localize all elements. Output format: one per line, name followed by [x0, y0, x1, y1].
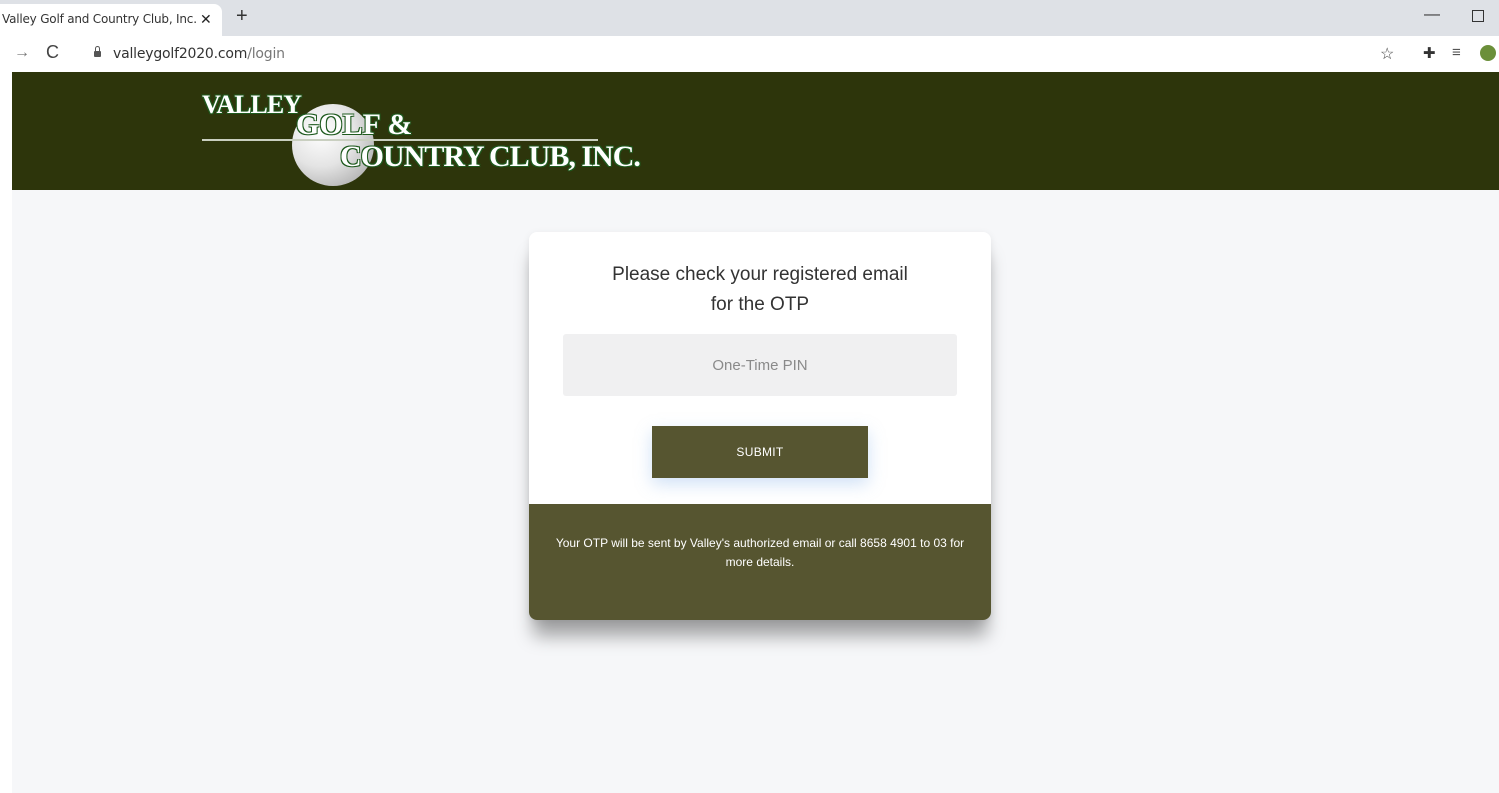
- browser-tab-bar: Valley Golf and Country Club, Inc. ✕ + —: [0, 0, 1499, 36]
- otp-card: Please check your registered email for t…: [529, 232, 991, 620]
- card-title-line-1: Please check your registered email: [612, 264, 908, 285]
- puzzle-icon[interactable]: ✚: [1423, 44, 1436, 62]
- new-tab-icon[interactable]: +: [236, 5, 248, 27]
- card-title: Please check your registered email for t…: [529, 260, 991, 320]
- browser-address-bar: → C valleygolf2020.com/login ☆ ✚ ≡: [0, 36, 1499, 72]
- forward-icon[interactable]: →: [14, 44, 30, 62]
- card-title-line-2: for the OTP: [710, 294, 810, 315]
- profile-icon[interactable]: [1480, 45, 1496, 61]
- site-header: VALLEY GOLF & COUNTRY CLUB, INC.: [12, 72, 1499, 190]
- lock-icon[interactable]: [94, 46, 101, 57]
- url-domain: valleygolf2020.com: [113, 46, 248, 62]
- close-icon[interactable]: ✕: [200, 11, 212, 27]
- reload-icon[interactable]: C: [46, 42, 59, 63]
- minimize-icon[interactable]: —: [1424, 6, 1440, 24]
- logo-word-golf: GOLF &: [296, 108, 413, 141]
- club-logo[interactable]: VALLEY GOLF & COUNTRY CLUB, INC.: [202, 84, 641, 186]
- otp-input[interactable]: [563, 334, 957, 396]
- submit-button[interactable]: SUBMIT: [652, 426, 868, 478]
- star-icon[interactable]: ☆: [1380, 44, 1394, 64]
- card-footer: Your OTP will be sent by Valley's author…: [529, 504, 991, 620]
- logo-word-country-club: COUNTRY CLUB, INC.: [340, 140, 641, 173]
- tab-title: Valley Golf and Country Club, Inc.: [2, 12, 197, 26]
- logo-word-valley: VALLEY: [202, 90, 302, 119]
- maximize-icon[interactable]: [1472, 10, 1484, 22]
- otp-info-text: Your OTP will be sent by Valley's author…: [555, 536, 965, 569]
- url-field[interactable]: valleygolf2020.com/login: [113, 46, 285, 62]
- browser-tab[interactable]: Valley Golf and Country Club, Inc. ✕: [0, 4, 222, 36]
- queue-icon[interactable]: ≡: [1452, 44, 1461, 61]
- url-path: /login: [247, 46, 285, 62]
